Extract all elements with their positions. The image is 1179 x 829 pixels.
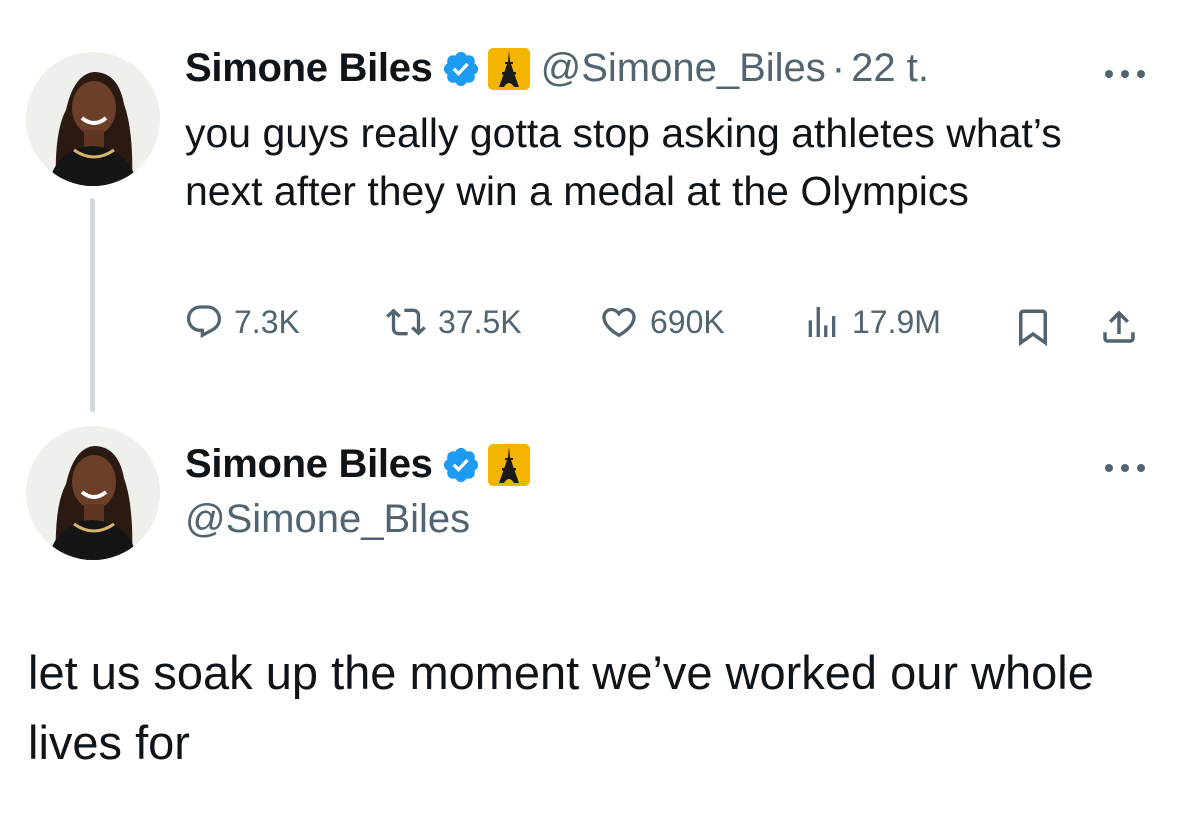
eiffel-tower-badge-icon (487, 443, 530, 486)
display-name[interactable]: Simone Biles (185, 46, 433, 91)
repost-icon (386, 308, 426, 336)
handle[interactable]: @Simone_Biles (185, 497, 470, 542)
tweet-header: Simone Biles @Simone_Biles · 22 t. (185, 46, 929, 91)
more-dots-icon[interactable] (1101, 66, 1149, 82)
timestamp[interactable]: 22 t. (851, 46, 929, 91)
action-bar: 7.3K 37.5K 690K 17.9M (184, 302, 1144, 352)
tweet-text: you guys really gotta stop asking athlet… (185, 110, 1062, 214)
reply-icon (186, 305, 222, 339)
share-icon[interactable] (1098, 306, 1140, 348)
verified-badge-icon (443, 447, 478, 482)
repost-count: 37.5K (438, 303, 522, 340)
like-count: 690K (650, 303, 725, 340)
views-chart-icon (808, 307, 836, 337)
eiffel-tower-badge-icon (487, 47, 530, 90)
thread-connector-line (90, 198, 95, 412)
tweet-text: let us soak up the moment we’ve worked o… (28, 646, 1094, 769)
avatar[interactable] (26, 52, 160, 186)
views-button[interactable]: 17.9M (802, 302, 941, 342)
display-name[interactable]: Simone Biles (185, 442, 433, 487)
tweet-header: Simone Biles (185, 442, 531, 487)
repost-button[interactable]: 37.5K (384, 302, 522, 342)
views-count: 17.9M (852, 303, 941, 340)
verified-badge-icon (443, 51, 478, 86)
bookmark-icon[interactable] (1012, 306, 1054, 348)
tweet-thread: Simone Biles @Simone_Biles · 22 t. you g… (0, 0, 1179, 829)
handle[interactable]: @Simone_Biles (541, 46, 826, 91)
like-button[interactable]: 690K (598, 302, 725, 342)
avatar[interactable] (26, 426, 160, 560)
reply-button[interactable]: 7.3K (184, 302, 300, 342)
heart-icon (602, 307, 636, 338)
more-dots-icon[interactable] (1101, 460, 1149, 476)
reply-count: 7.3K (234, 303, 300, 340)
separator-dot: · (831, 46, 846, 90)
